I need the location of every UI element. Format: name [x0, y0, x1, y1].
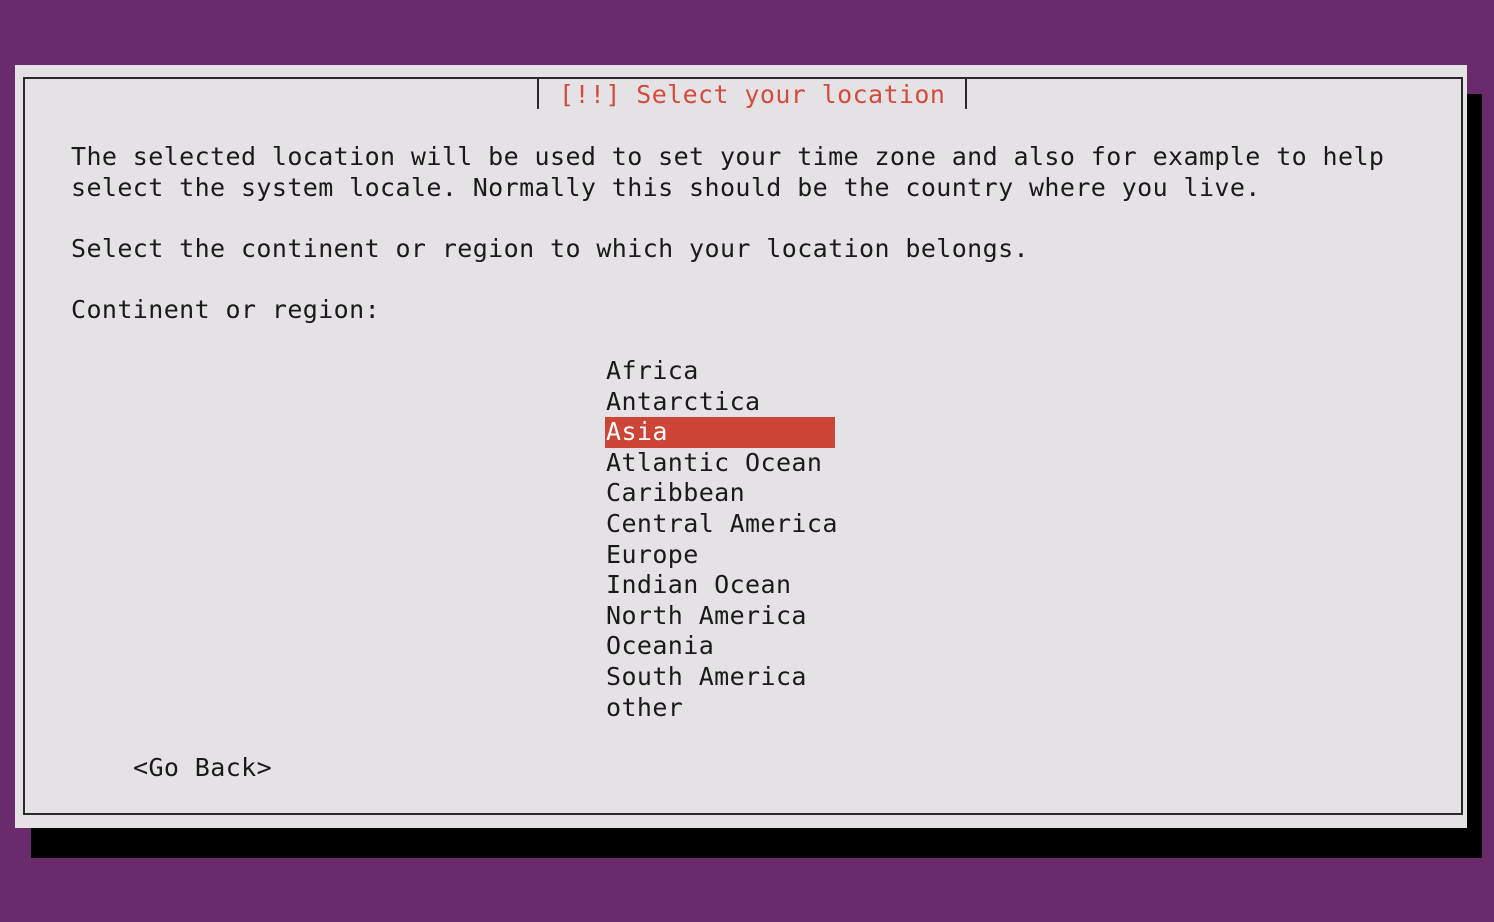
go-back-button[interactable]: <Go Back> [133, 753, 272, 784]
continent-option[interactable]: Atlantic Ocean [605, 448, 835, 479]
continent-field-label: Continent or region: [71, 295, 381, 324]
continent-option[interactable]: Oceania [605, 631, 835, 662]
continent-option[interactable]: Africa [605, 356, 835, 387]
continent-option[interactable]: Europe [605, 540, 835, 571]
continent-list[interactable]: Africa Antarctica Asia Atlantic Ocean Ca… [605, 356, 837, 724]
description-line-2: select the system locale. Normally this … [71, 172, 1261, 202]
instruction-text: Select the continent or region to which … [71, 234, 1029, 263]
continent-option[interactable]: Indian Ocean [605, 570, 835, 601]
continent-option-selected[interactable]: Asia [605, 417, 835, 448]
continent-option[interactable]: Antarctica [605, 387, 835, 418]
continent-option[interactable]: Central America [605, 509, 837, 540]
continent-option[interactable]: other [605, 693, 835, 724]
dialog-title-box: [!!] Select your location [537, 79, 968, 109]
continent-option[interactable]: South America [605, 662, 835, 693]
dialog-title: [!!] Select your location [559, 79, 946, 109]
description-text: The selected location will be used to se… [71, 142, 1384, 203]
dialog-frame: [!!] Select your location The selected l… [23, 77, 1463, 815]
description-line-1: The selected location will be used to se… [71, 142, 1385, 171]
continent-option[interactable]: Caribbean [605, 478, 835, 509]
location-dialog: [!!] Select your location The selected l… [15, 65, 1467, 828]
continent-option[interactable]: North America [605, 601, 835, 632]
